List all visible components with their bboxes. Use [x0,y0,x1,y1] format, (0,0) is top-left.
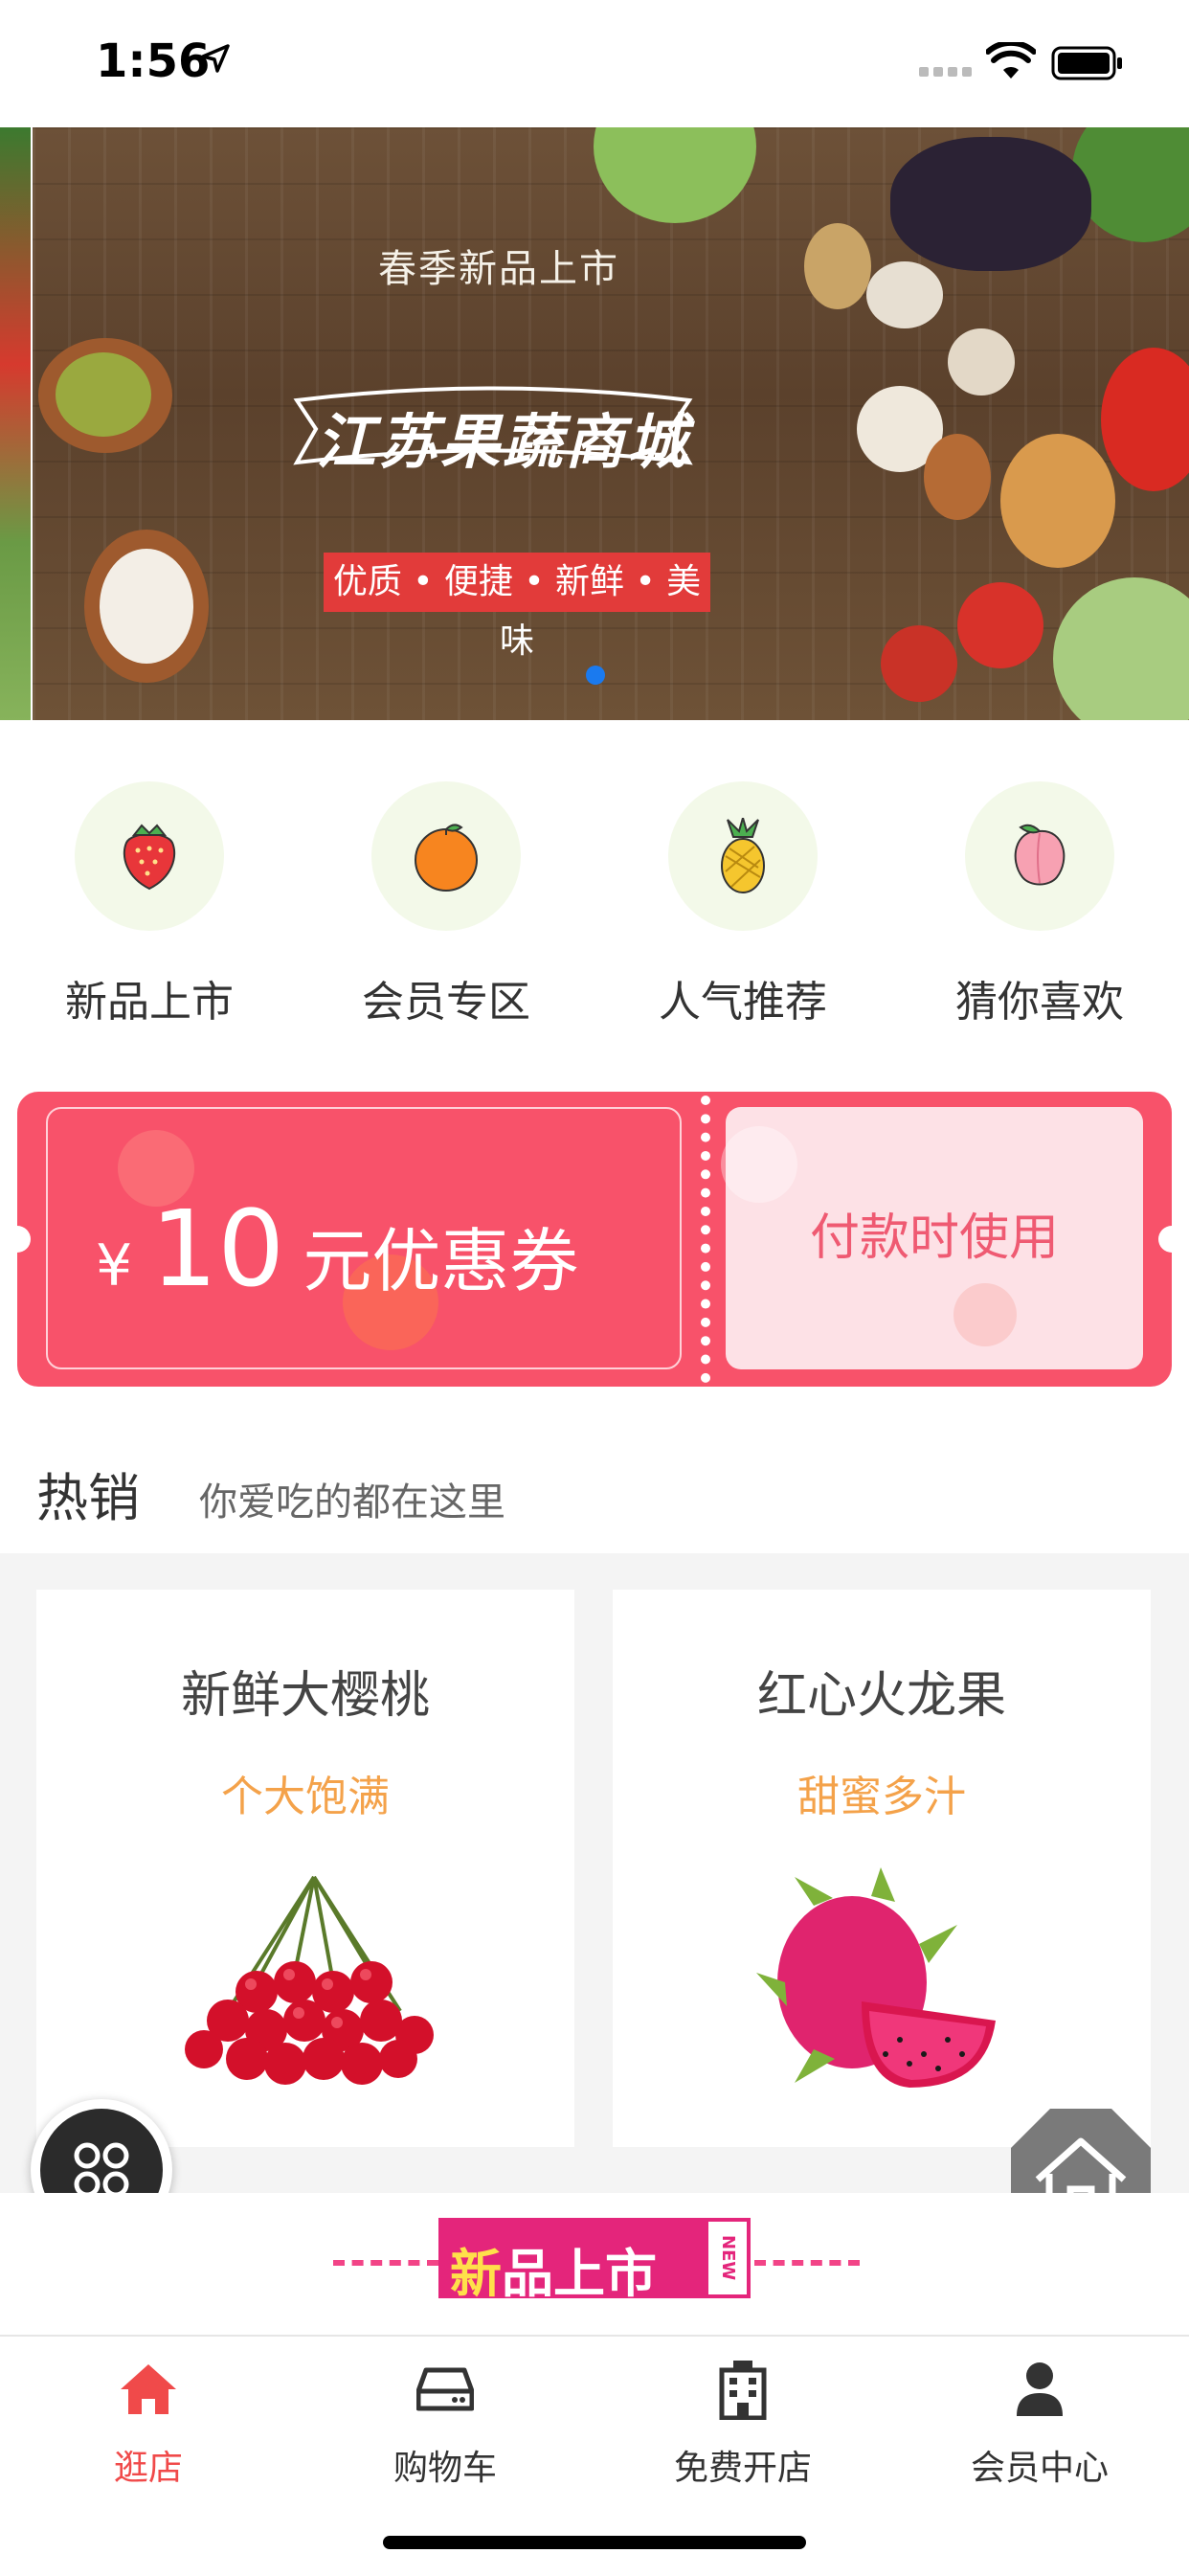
carousel-indicator[interactable] [586,666,605,685]
banner-tagline: 优质 • 便捷 • 新鲜 • 美味 [324,553,710,661]
beans-image [56,352,151,437]
category-icon-circle [668,781,818,931]
banner-dash [333,2260,438,2266]
dragon-fruit-image [756,1867,996,2088]
decorative-fruit [721,1126,797,1203]
category-label: 会员专区 [362,978,530,1027]
status-bar: 1:56 [0,0,1189,127]
tab-label: 会员中心 [970,2449,1109,2488]
product-card[interactable]: 红心火龙果 甜蜜多汁 [613,1590,1151,2147]
cherries-image [185,1875,434,2085]
banner-subtitle: 春季新品上市 [378,247,619,291]
coupon-card[interactable]: ¥ 10 元优惠券 付款时使用 [4,1092,1185,1387]
coupon-use-label[interactable]: 付款时使用 [726,1197,1143,1269]
mushroom-image [948,328,1015,395]
category-icon-circle [75,781,224,931]
mushroom-image [866,261,943,328]
section-subtitle: 你爱吃的都在这里 [199,1480,505,1525]
banner-prev-slide-edge [0,127,31,720]
home-icon [121,2364,176,2414]
product-name: 红心火龙果 [756,1667,1006,1725]
peach-icon [1014,824,1066,886]
promo-banner[interactable]: 春季新品上市 江苏果蔬商城 优质 • 便捷 • 新鲜 • 美味 [0,127,1189,720]
coupon-notch [4,1226,31,1253]
tab-label: 免费开店 [673,2449,812,2488]
new-tag: NEW [708,2222,747,2294]
onion-image [1000,434,1115,568]
new-products-first-char: 新 [450,2244,502,2304]
new-products-text: 新品上市 [450,2231,657,2307]
section-title: 热销 [36,1468,140,1528]
building-icon [719,2361,767,2420]
coupon-amount: ¥ 10 元优惠券 [96,1187,578,1310]
category-member-zone[interactable]: 会员专区 [350,781,542,1028]
banner-dash [754,2260,860,2266]
tab-label: 逛店 [113,2449,183,2488]
strawberry-icon [123,824,176,891]
new-products-banner[interactable]: 新品上市 NEW [0,2193,1189,2337]
cart-icon [416,2367,474,2411]
potato-image [804,223,871,309]
product-card[interactable]: 新鲜大樱桃 个大饱满 [36,1590,574,2147]
tab-member-center[interactable]: 会员中心 [891,2356,1188,2490]
coupon-currency: ¥ [96,1232,133,1299]
category-icon-circle [965,781,1114,931]
battery-icon [1051,46,1122,80]
banner-title: 江苏果蔬商城 [316,407,690,477]
product-desc: 个大饱满 [221,1773,390,1821]
tab-open-store[interactable]: 免费开店 [594,2356,891,2490]
category-icon-circle [371,781,521,931]
user-icon [1017,2362,1063,2416]
coupon-divider [701,1096,710,1383]
signal-icon [919,67,972,77]
home-indicator[interactable] [383,2536,806,2549]
category-guess-you-like[interactable]: 猜你喜欢 [944,781,1135,1028]
category-label: 新品上市 [65,978,234,1027]
grid-menu-icon [74,2142,129,2198]
tab-label: 购物车 [393,2449,497,2488]
onion-image [924,434,991,520]
decorative-fruit [953,1283,1017,1346]
coupon-value: 10 [150,1187,285,1310]
category-label: 人气推荐 [659,978,827,1027]
tab-cart[interactable]: 购物车 [297,2356,594,2490]
rice-image [100,549,193,664]
coupon-notch [1158,1226,1185,1253]
product-desc: 甜蜜多汁 [797,1773,966,1821]
eggplant-image [890,137,1091,271]
category-new-arrivals[interactable]: 新品上市 [54,781,245,1028]
status-time: 1:56 [96,34,211,88]
wifi-icon [986,42,1036,79]
pineapple-icon [721,818,765,893]
tab-shop[interactable]: 逛店 [0,2356,297,2490]
coupon-unit-text: 元优惠券 [303,1221,579,1301]
product-name: 新鲜大樱桃 [180,1667,430,1725]
orange-icon [415,824,478,892]
category-popular[interactable]: 人气推荐 [647,781,839,1028]
tomato-image [881,625,957,702]
tomato-image [957,582,1043,668]
category-label: 猜你喜欢 [955,978,1124,1027]
location-arrow-icon [201,44,230,73]
new-products-rest: 品上市 [502,2244,657,2304]
